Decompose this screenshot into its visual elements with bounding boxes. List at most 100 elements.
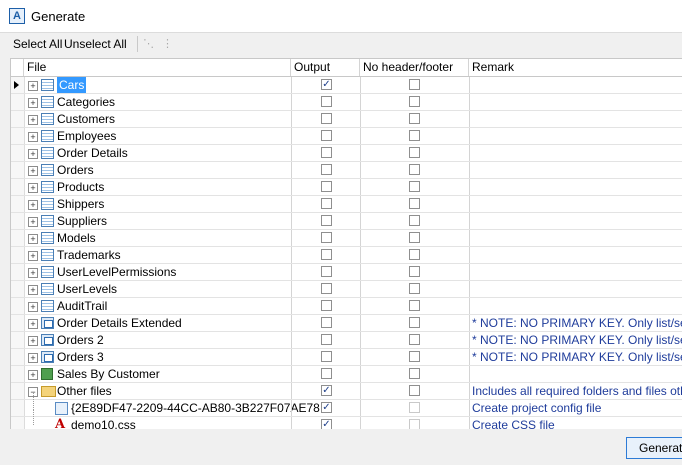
row-header[interactable] [11,349,25,365]
no-header-footer-checkbox[interactable] [409,79,420,90]
output-checkbox[interactable] [321,249,332,260]
row-header[interactable] [11,281,25,297]
file-name[interactable]: Order Details [57,145,128,161]
output-checkbox[interactable] [321,368,332,379]
output-checkbox[interactable] [321,215,332,226]
table-row[interactable]: + Orders [11,162,682,179]
file-name[interactable]: Orders 3 [57,349,104,365]
select-all-button[interactable]: Select All [13,37,62,51]
no-header-footer-checkbox[interactable] [409,147,420,158]
row-header[interactable] [11,77,25,93]
file-name[interactable]: Sales By Customer [57,366,160,382]
output-checkbox[interactable]: ✓ [321,402,332,413]
row-header[interactable] [11,196,25,212]
table-row[interactable]: + Employees [11,128,682,145]
expand-icon[interactable]: + [28,234,38,244]
file-name[interactable]: Orders 2 [57,332,104,348]
file-name[interactable]: Other files [57,383,112,399]
no-header-footer-checkbox[interactable] [409,385,420,396]
no-header-footer-checkbox[interactable] [409,215,420,226]
table-row[interactable]: + Order Details [11,145,682,162]
table-row[interactable]: + Orders 2 * NOTE: NO PRIMARY KEY. Only li… [11,332,682,349]
row-header[interactable] [11,162,25,178]
expand-icon[interactable]: + [28,98,38,108]
output-checkbox[interactable] [321,300,332,311]
expand-icon[interactable]: + [28,166,38,176]
file-name[interactable]: Trademarks [57,247,121,263]
table-row[interactable]: {2E89DF47-2209-44CC-AB80-3B227F07AE78 ✓ Cr… [11,392,682,417]
output-checkbox[interactable] [321,147,332,158]
table-row[interactable]: + Cars ✓ [11,77,682,94]
row-header[interactable] [11,128,25,144]
expand-icon[interactable]: + [28,370,38,380]
output-checkbox[interactable] [321,181,332,192]
table-row[interactable]: + Customers [11,111,682,128]
table-row[interactable]: + Sales By Customer [11,366,682,383]
no-header-footer-checkbox[interactable] [409,181,420,192]
no-header-footer-checkbox[interactable] [409,232,420,243]
row-header[interactable] [11,366,25,382]
table-row[interactable]: + Suppliers [11,213,682,230]
no-header-footer-checkbox[interactable] [409,249,420,260]
expand-icon[interactable]: + [28,285,38,295]
row-header[interactable] [11,213,25,229]
file-name[interactable]: Models [57,230,96,246]
expand-icon[interactable]: + [28,302,38,312]
row-header[interactable] [11,94,25,110]
collapse-all-icon[interactable]: ⋮ [162,37,176,51]
file-name[interactable]: Cars [57,77,87,93]
file-name[interactable]: Categories [57,94,115,110]
row-header[interactable] [11,298,25,314]
expand-icon[interactable]: + [28,115,38,125]
no-header-footer-checkbox[interactable] [409,164,420,175]
expand-icon[interactable]: + [28,149,38,159]
output-checkbox[interactable] [321,96,332,107]
file-name[interactable]: UserLevels [57,281,117,297]
table-row[interactable]: + Orders 3 * NOTE: NO PRIMARY KEY. Only li… [11,349,682,366]
expand-icon[interactable]: + [28,268,38,278]
expand-icon[interactable]: + [28,183,38,193]
row-header[interactable] [11,230,25,246]
expand-icon[interactable]: + [28,336,38,346]
table-row[interactable]: + Shippers [11,196,682,213]
file-name[interactable]: Order Details Extended [57,315,182,331]
column-header-no-header-footer[interactable]: No header/footer [360,59,469,76]
row-header[interactable] [11,383,25,399]
output-checkbox[interactable] [321,334,332,345]
no-header-footer-checkbox[interactable] [409,317,420,328]
file-name[interactable]: {2E89DF47-2209-44CC-AB80-3B227F07AE78 [71,400,320,416]
column-header-file[interactable]: File [24,59,291,76]
file-name[interactable]: Orders [57,162,94,178]
no-header-footer-checkbox[interactable] [409,334,420,345]
expand-all-icon[interactable]: ⋱ [143,37,157,51]
expand-icon[interactable]: + [28,81,38,91]
output-checkbox[interactable] [321,317,332,328]
table-row[interactable]: + Categories [11,94,682,111]
generate-button[interactable]: Generate [626,437,682,459]
no-header-footer-checkbox[interactable] [409,351,420,362]
table-row[interactable]: + Models [11,230,682,247]
expand-icon[interactable]: + [28,353,38,363]
file-name[interactable]: Shippers [57,196,104,212]
file-name[interactable]: Employees [57,128,116,144]
output-checkbox[interactable] [321,164,332,175]
expand-icon[interactable]: + [28,319,38,329]
expand-icon[interactable]: + [28,217,38,227]
row-header[interactable] [11,247,25,263]
output-checkbox[interactable]: ✓ [321,385,332,396]
output-checkbox[interactable]: ✓ [321,79,332,90]
row-header[interactable] [11,264,25,280]
table-row[interactable]: + Order Details Extended * NOTE: NO PRIMAR… [11,315,682,332]
row-header[interactable] [11,315,25,331]
expand-icon[interactable]: + [28,200,38,210]
row-header[interactable] [11,145,25,161]
table-row[interactable]: + Products [11,179,682,196]
file-name[interactable]: Products [57,179,104,195]
table-row[interactable]: + AuditTrail [11,298,682,315]
file-name[interactable]: AuditTrail [57,298,107,314]
table-row[interactable]: + UserLevelPermissions [11,264,682,281]
column-header-output[interactable]: Output [291,59,360,76]
file-name[interactable]: Customers [57,111,115,127]
unselect-all-button[interactable]: Unselect All [64,37,127,51]
row-header[interactable] [11,400,25,416]
